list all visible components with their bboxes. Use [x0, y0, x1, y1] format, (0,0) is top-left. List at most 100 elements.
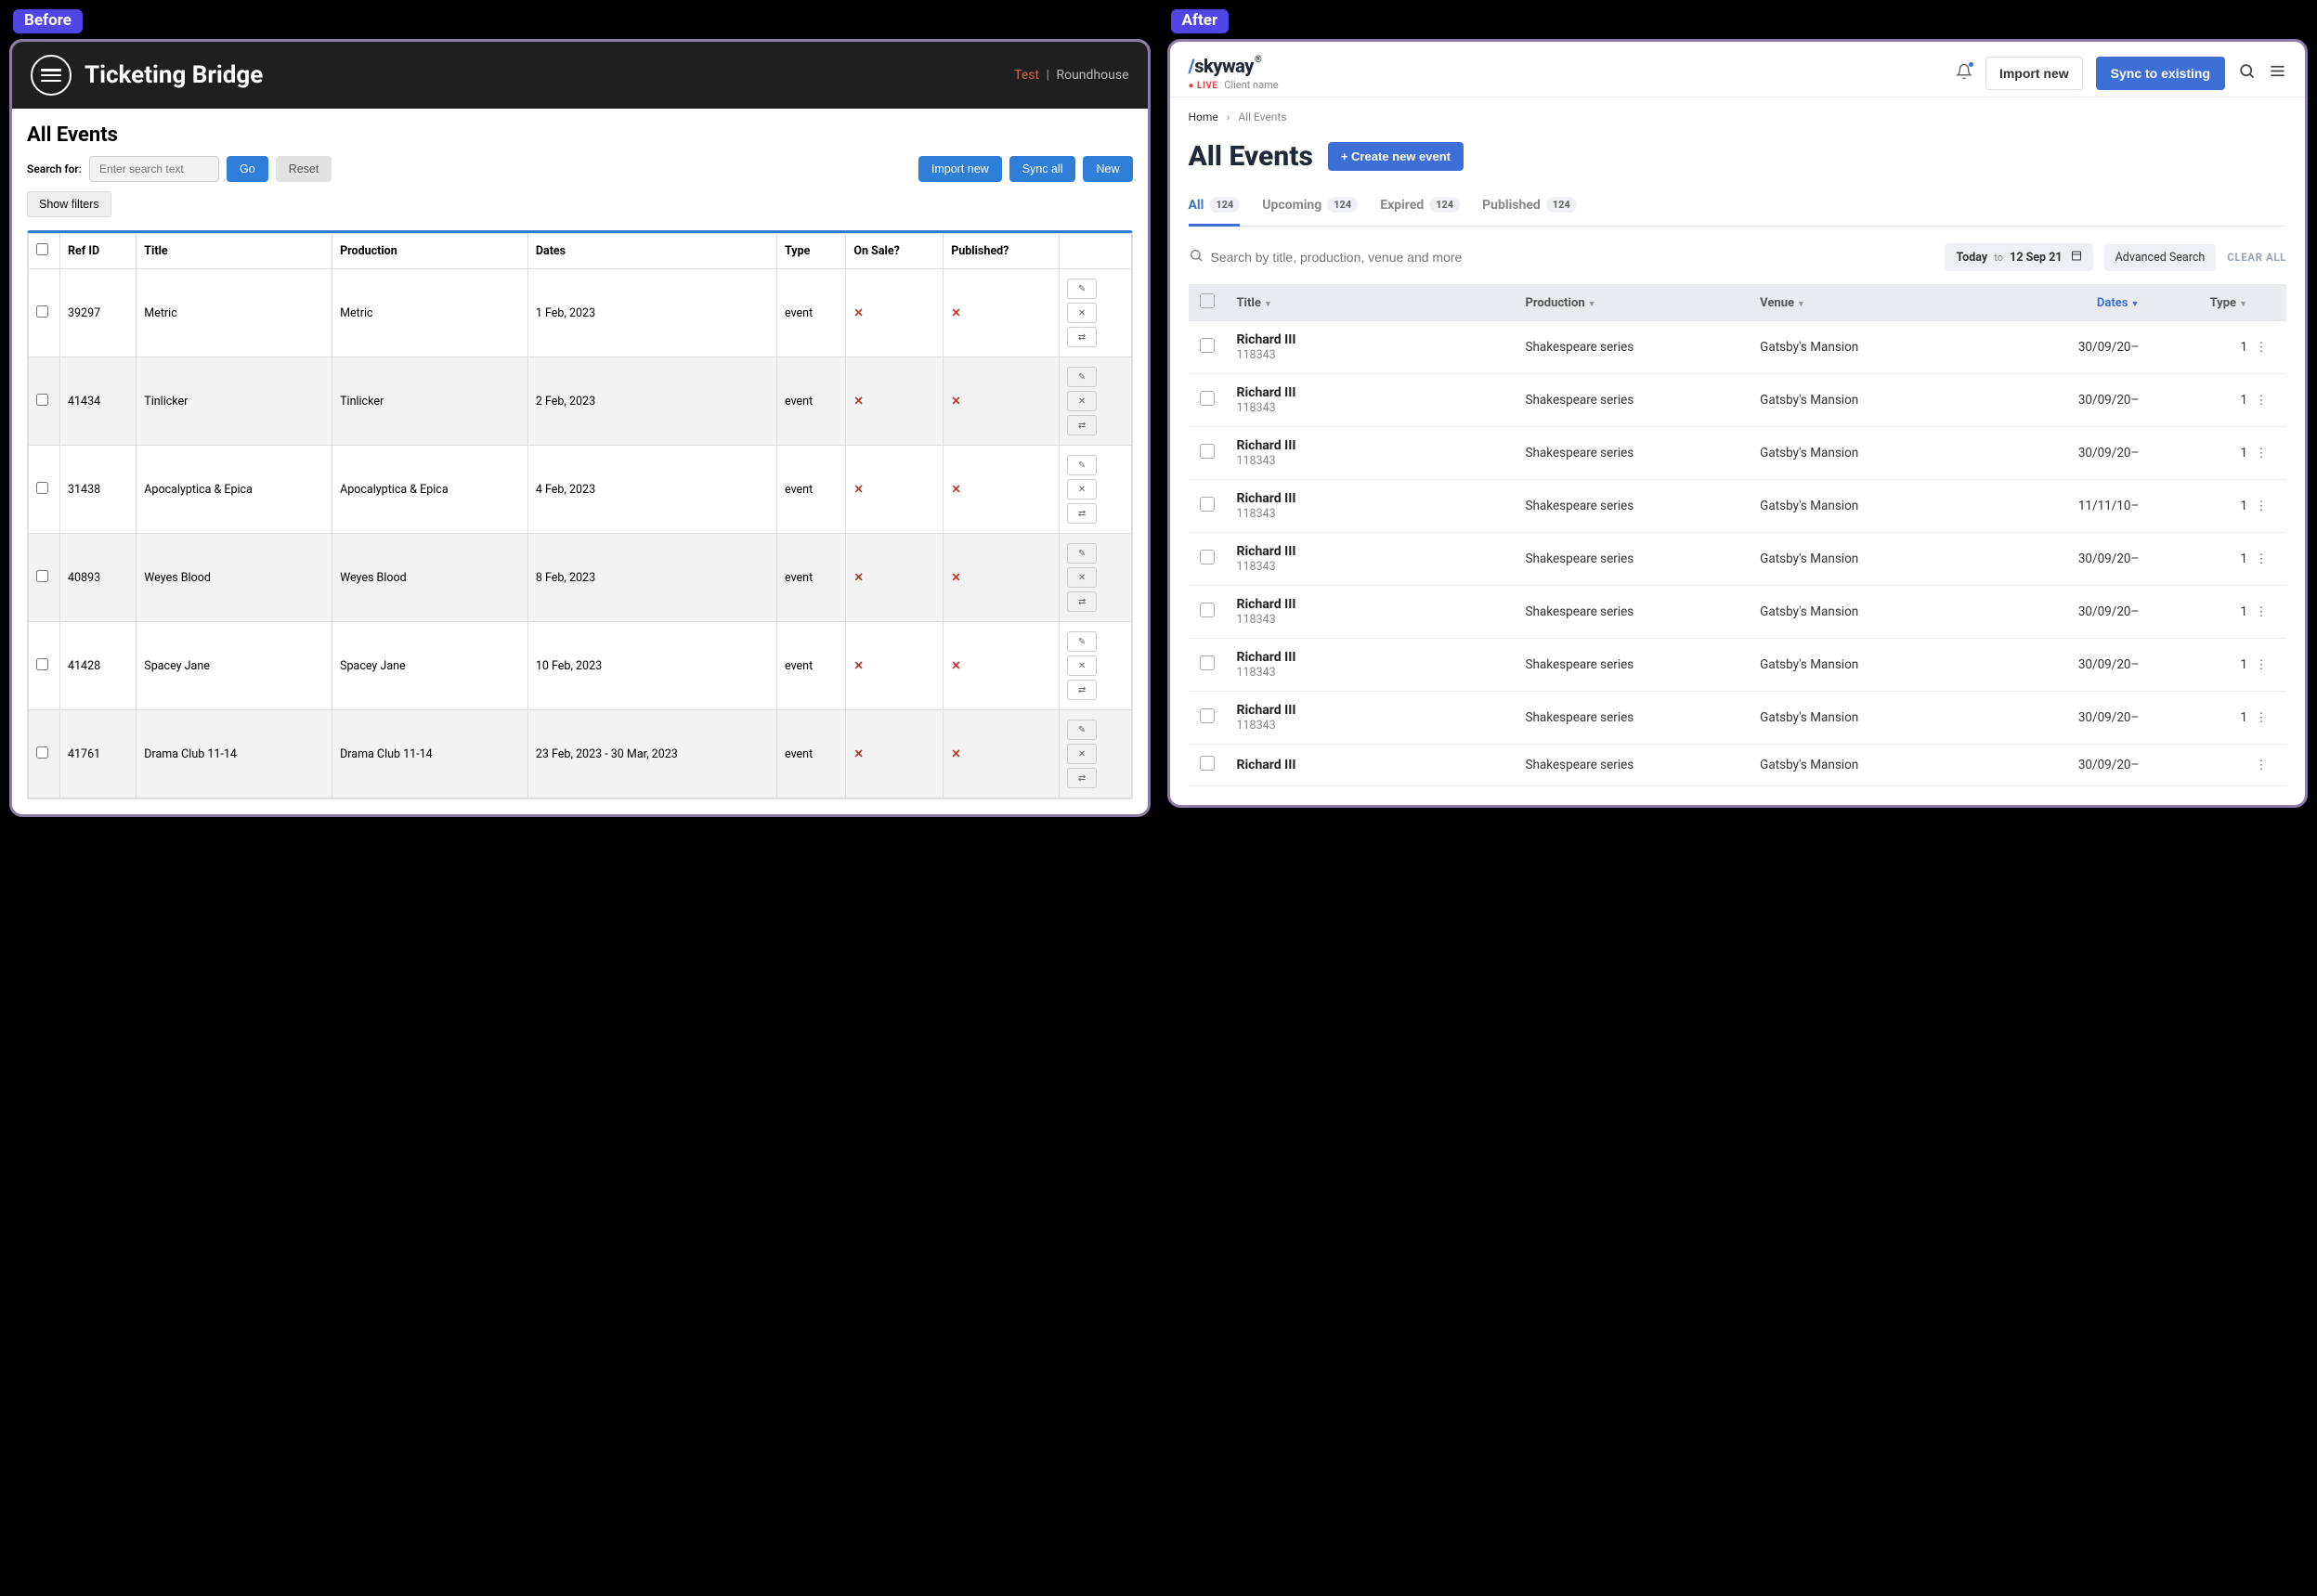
new-button[interactable]: New: [1083, 156, 1132, 182]
sync-all-button[interactable]: Sync all: [1009, 156, 1076, 182]
cell-production: Tinlicker: [332, 357, 528, 446]
swap-icon[interactable]: ⇄: [1067, 327, 1097, 347]
row-checkbox[interactable]: [1200, 497, 1215, 512]
search-icon[interactable]: [2238, 62, 2256, 84]
breadcrumb-home[interactable]: Home: [1189, 110, 1218, 123]
delete-icon[interactable]: ✕: [1067, 655, 1097, 676]
cell-type: 1: [2139, 710, 2247, 725]
row-menu-icon[interactable]: ⋮: [2247, 551, 2275, 566]
delete-icon[interactable]: ✕: [1067, 744, 1097, 764]
tab-all[interactable]: All124: [1189, 189, 1241, 227]
reset-button[interactable]: Reset: [276, 156, 332, 182]
table-row: Richard III118343Shakespeare seriesGatsb…: [1189, 533, 2287, 586]
cell-title[interactable]: Richard III118343: [1237, 544, 1526, 574]
row-checkbox[interactable]: [1200, 391, 1215, 406]
col-ref-id[interactable]: Ref ID: [60, 234, 137, 269]
cell-ref: 41761: [60, 710, 137, 798]
show-filters-button[interactable]: Show filters: [27, 191, 111, 217]
edit-icon[interactable]: ✎: [1067, 455, 1097, 475]
col-published[interactable]: Published?: [944, 234, 1060, 269]
row-checkbox[interactable]: [36, 658, 48, 670]
cell-title[interactable]: Richard III118343: [1237, 491, 1526, 521]
swap-icon[interactable]: ⇄: [1067, 415, 1097, 435]
delete-icon[interactable]: ✕: [1067, 303, 1097, 323]
row-checkbox[interactable]: [1200, 655, 1215, 670]
cell-production: Shakespeare series: [1525, 340, 1760, 355]
row-menu-icon[interactable]: ⋮: [2247, 657, 2275, 672]
col-production[interactable]: Production: [332, 234, 528, 269]
cell-title[interactable]: Richard III118343: [1237, 650, 1526, 680]
cell-on-sale: ✕: [846, 357, 944, 446]
col-type[interactable]: Type: [777, 234, 846, 269]
after-panel: /skyway® ● LIVE Client name Import new S…: [1167, 39, 2309, 808]
row-menu-icon[interactable]: ⋮: [2247, 446, 2275, 461]
row-menu-icon[interactable]: ⋮: [2247, 340, 2275, 355]
row-checkbox[interactable]: [36, 305, 48, 318]
cell-type: 1: [2139, 393, 2247, 408]
edit-icon[interactable]: ✎: [1067, 279, 1097, 299]
advanced-search-button[interactable]: Advanced Search: [2104, 244, 2217, 271]
cell-type: event: [777, 357, 846, 446]
cell-title[interactable]: Richard III118343: [1237, 703, 1526, 733]
row-menu-icon[interactable]: ⋮: [2247, 499, 2275, 513]
row-checkbox[interactable]: [1200, 756, 1215, 771]
swap-icon[interactable]: ⇄: [1067, 768, 1097, 788]
col-dates[interactable]: Dates▼: [1976, 296, 2139, 310]
row-checkbox[interactable]: [1200, 708, 1215, 723]
cell-title[interactable]: Richard III: [1237, 758, 1526, 772]
edit-icon[interactable]: ✎: [1067, 631, 1097, 652]
select-all-checkbox[interactable]: [1200, 293, 1215, 308]
row-menu-icon[interactable]: ⋮: [2247, 393, 2275, 408]
cell-venue: Gatsby's Mansion: [1760, 551, 1976, 566]
col-title[interactable]: Title▼: [1237, 296, 1526, 310]
col-type[interactable]: Type▼: [2139, 296, 2247, 310]
sync-existing-button[interactable]: Sync to existing: [2096, 57, 2225, 90]
swap-icon[interactable]: ⇄: [1067, 680, 1097, 700]
edit-icon[interactable]: ✎: [1067, 367, 1097, 387]
col-dates[interactable]: Dates: [527, 234, 776, 269]
tab-published[interactable]: Published124: [1482, 189, 1577, 227]
import-new-button[interactable]: Import new: [1985, 57, 2083, 90]
row-checkbox[interactable]: [36, 746, 48, 759]
tab-upcoming[interactable]: Upcoming124: [1262, 189, 1358, 227]
cell-title[interactable]: Richard III118343: [1237, 332, 1526, 362]
date-range-chip[interactable]: Today to 12 Sep 21: [1945, 243, 2092, 271]
row-checkbox[interactable]: [1200, 603, 1215, 617]
cell-dates: 30/09/20–: [1976, 710, 2139, 725]
row-menu-icon[interactable]: ⋮: [2247, 758, 2275, 772]
row-checkbox[interactable]: [36, 570, 48, 582]
cell-title[interactable]: Richard III118343: [1237, 438, 1526, 468]
search-input[interactable]: [89, 156, 219, 182]
delete-icon[interactable]: ✕: [1067, 391, 1097, 411]
col-venue[interactable]: Venue▼: [1760, 296, 1976, 310]
row-menu-icon[interactable]: ⋮: [2247, 604, 2275, 619]
clear-all-button[interactable]: CLEAR ALL: [2227, 251, 2286, 264]
row-checkbox[interactable]: [36, 394, 48, 406]
swap-icon[interactable]: ⇄: [1067, 591, 1097, 612]
swap-icon[interactable]: ⇄: [1067, 503, 1097, 524]
search-input[interactable]: [1211, 250, 1934, 265]
notifications-bell-icon[interactable]: [1956, 63, 1972, 84]
select-all-checkbox[interactable]: [36, 243, 48, 255]
edit-icon[interactable]: ✎: [1067, 720, 1097, 740]
import-new-button[interactable]: Import new: [918, 156, 1002, 182]
edit-icon[interactable]: ✎: [1067, 543, 1097, 564]
col-production[interactable]: Production▼: [1525, 296, 1760, 310]
col-on-sale[interactable]: On Sale?: [846, 234, 944, 269]
menu-icon[interactable]: [2269, 62, 2286, 84]
go-button[interactable]: Go: [227, 156, 268, 182]
row-checkbox[interactable]: [1200, 444, 1215, 459]
row-checkbox[interactable]: [1200, 338, 1215, 353]
cell-title[interactable]: Richard III118343: [1237, 385, 1526, 415]
row-checkbox[interactable]: [36, 482, 48, 494]
delete-icon[interactable]: ✕: [1067, 479, 1097, 500]
col-title[interactable]: Title: [137, 234, 332, 269]
create-event-button[interactable]: + Create new event: [1328, 142, 1464, 171]
delete-icon[interactable]: ✕: [1067, 567, 1097, 588]
row-menu-icon[interactable]: ⋮: [2247, 710, 2275, 725]
row-checkbox[interactable]: [1200, 550, 1215, 564]
burger-menu-icon[interactable]: [31, 55, 72, 96]
cell-title[interactable]: Richard III118343: [1237, 597, 1526, 627]
venue-indicator: Test | Roundhouse: [1014, 68, 1128, 83]
tab-expired[interactable]: Expired124: [1380, 189, 1460, 227]
